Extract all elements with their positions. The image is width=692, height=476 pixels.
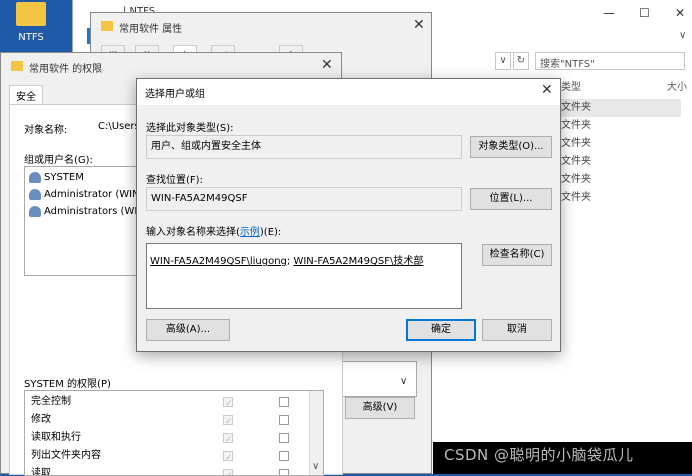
type-cell: 文件夹 bbox=[561, 156, 591, 167]
close-icon[interactable]: ✕ bbox=[413, 17, 425, 33]
desktop-folder-icon[interactable]: NTFS bbox=[6, 0, 56, 48]
scroll-down-icon[interactable]: ∨ bbox=[312, 461, 319, 472]
deny-checkbox[interactable] bbox=[279, 451, 289, 461]
advanced-button[interactable]: 高级(A)... bbox=[146, 319, 230, 341]
deny-checkbox[interactable] bbox=[279, 433, 289, 443]
permissions-title: 常用软件 的权限 bbox=[29, 64, 103, 75]
check-names-button[interactable]: 检查名称(C) bbox=[482, 244, 552, 266]
object-type-field: 用户、组或内置安全主体 bbox=[146, 135, 462, 159]
type-cell: 文件夹 bbox=[561, 120, 591, 131]
examples-link[interactable]: 示例 bbox=[240, 227, 260, 238]
type-cell: 文件夹 bbox=[561, 174, 591, 185]
close-icon[interactable]: ✕ bbox=[321, 57, 333, 73]
object-type-label: 选择此对象类型(S): bbox=[146, 123, 234, 134]
name-entry: WIN-FA5A2M49QSF\liugong bbox=[150, 256, 287, 267]
perm-label: 列出文件夹内容 bbox=[31, 450, 101, 461]
user-group-icon bbox=[29, 171, 41, 183]
refresh-icon[interactable]: ↻ bbox=[513, 52, 529, 70]
properties-title: 常用软件 属性 bbox=[119, 24, 183, 35]
allow-checkbox[interactable] bbox=[223, 467, 233, 475]
allow-checkbox[interactable] bbox=[223, 449, 233, 467]
name-separator: ; bbox=[286, 256, 291, 267]
perm-label: 读取 bbox=[31, 468, 51, 476]
select-users-dialog: 选择用户或组 ✕ 选择此对象类型(S): 用户、组或内置安全主体 对象类型(O)… bbox=[136, 78, 561, 352]
perm-label: 修改 bbox=[31, 414, 51, 425]
list-item[interactable]: Administrator (WIN- bbox=[29, 186, 143, 203]
deny-checkbox[interactable] bbox=[279, 415, 289, 425]
properties-advanced-button[interactable]: 高级(V) bbox=[345, 397, 415, 419]
object-name-label: 对象名称: bbox=[24, 125, 68, 136]
allow-checkbox[interactable] bbox=[223, 431, 233, 449]
user-icon bbox=[29, 188, 41, 200]
permissions-for-label: SYSTEM 的权限(P) bbox=[24, 379, 111, 390]
select-dialog-title: 选择用户或组 bbox=[145, 89, 205, 100]
object-name-value: C:\Users bbox=[98, 121, 140, 132]
object-types-button[interactable]: 对象类型(O)... bbox=[470, 136, 552, 158]
permissions-list: 完全控制 修改 读取和执行 列出文件夹内容 读取 ∨ bbox=[24, 390, 324, 476]
perm-label: 读取和执行 bbox=[31, 432, 81, 443]
column-type[interactable]: 类型 bbox=[561, 78, 581, 93]
address-dropdown-icon[interactable]: ∨ bbox=[495, 52, 511, 70]
object-names-label: 输入对象名称来选择(示例)(E): bbox=[146, 227, 282, 238]
allow-checkbox[interactable] bbox=[223, 413, 233, 431]
close-icon[interactable]: ✕ bbox=[541, 82, 553, 98]
group-label: 组或用户名(G): bbox=[24, 155, 93, 166]
user-group-icon bbox=[29, 205, 41, 217]
type-cell: 文件夹 bbox=[561, 192, 591, 203]
name-entry: WIN-FA5A2M49QSF\技术部 bbox=[293, 256, 424, 267]
cancel-button[interactable]: 取消 bbox=[482, 319, 552, 341]
list-item[interactable]: Administrators (WIN bbox=[29, 203, 145, 220]
location-label: 查找位置(F): bbox=[146, 175, 203, 186]
deny-checkbox[interactable] bbox=[279, 397, 289, 407]
ok-button[interactable]: 确定 bbox=[406, 319, 476, 341]
minimize-button[interactable]: — bbox=[603, 6, 615, 20]
ribbon-expand-icon[interactable]: ∨ bbox=[679, 30, 686, 41]
folder-icon bbox=[16, 2, 46, 26]
allow-checkbox[interactable] bbox=[223, 395, 233, 413]
list-item[interactable]: SYSTEM bbox=[29, 169, 84, 186]
perm-label: 完全控制 bbox=[31, 396, 71, 407]
scrollbar[interactable]: ∨ bbox=[309, 391, 323, 475]
deny-checkbox[interactable] bbox=[279, 469, 289, 475]
folder-icon bbox=[101, 21, 113, 31]
scroll-down-icon[interactable]: ∨ bbox=[400, 376, 407, 387]
tab-security[interactable]: 安全 bbox=[9, 85, 43, 105]
search-input[interactable]: 搜索"NTFS" bbox=[535, 52, 685, 70]
desktop-icon-label: NTFS bbox=[18, 32, 44, 43]
locations-button[interactable]: 位置(L)... bbox=[470, 188, 552, 210]
object-names-textarea[interactable]: WIN-FA5A2M49QSF\liugong; WIN-FA5A2M49QSF… bbox=[146, 243, 462, 309]
permissions-list-fragment: ∨ bbox=[339, 361, 417, 397]
folder-icon bbox=[11, 61, 23, 71]
watermark: CSDN @聪明的小脑袋瓜儿 bbox=[444, 446, 634, 464]
location-field: WIN-FA5A2M49QSF bbox=[146, 187, 462, 211]
type-cell: 文件夹 bbox=[561, 99, 681, 117]
close-button[interactable]: ✕ bbox=[675, 6, 685, 20]
maximize-button[interactable]: ☐ bbox=[639, 6, 650, 20]
user-list[interactable]: SYSTEM Administrator (WIN- Administrator… bbox=[24, 166, 145, 276]
column-size[interactable]: 大小 bbox=[667, 78, 687, 93]
type-cell: 文件夹 bbox=[561, 138, 591, 149]
